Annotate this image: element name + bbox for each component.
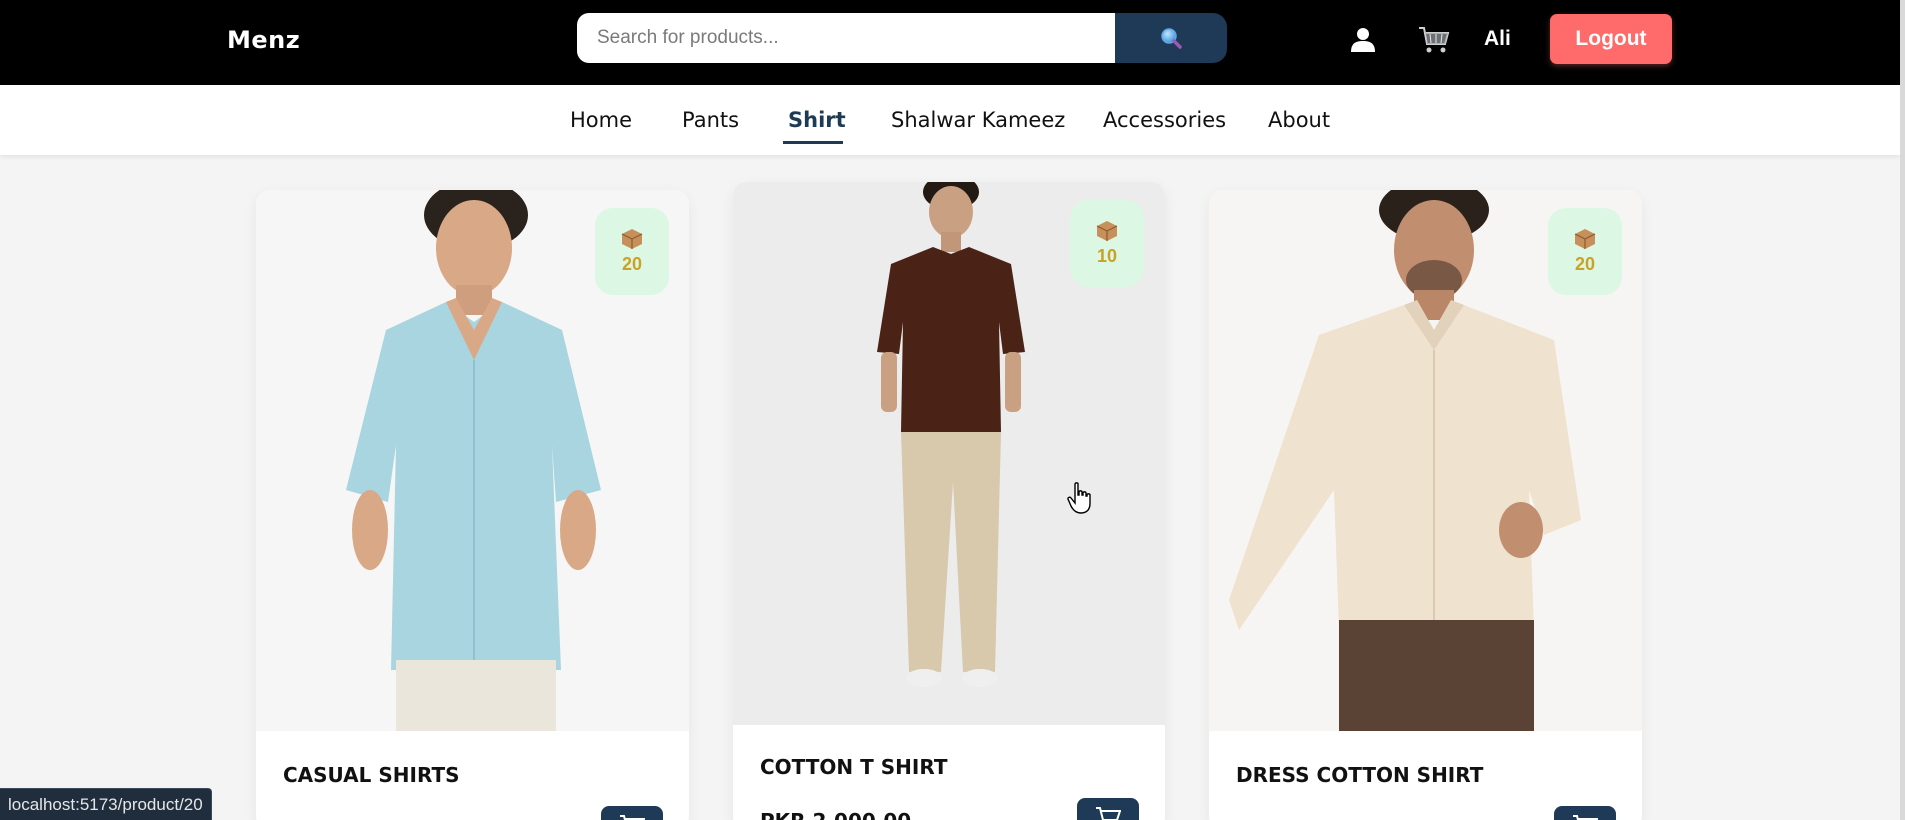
- cart-icon[interactable]: [1418, 25, 1450, 55]
- cart-icon: [1573, 815, 1598, 820]
- top-header: Menz Ali Logout: [0, 0, 1900, 85]
- nav-item-pants[interactable]: Pants: [682, 108, 739, 132]
- active-tab-indicator: [783, 141, 843, 144]
- stock-badge: 10: [1070, 200, 1144, 287]
- search-bar: [577, 13, 1227, 63]
- stock-count: 20: [621, 254, 643, 274]
- nav-item-shirt[interactable]: Shirt: [788, 108, 846, 132]
- search-input[interactable]: [577, 13, 1115, 63]
- product-title[interactable]: DRESS COTTON SHIRT: [1236, 763, 1483, 787]
- product-title[interactable]: CASUAL SHIRTS: [283, 763, 460, 787]
- product-card[interactable]: 20 CASUAL SHIRTS: [256, 190, 689, 820]
- product-card[interactable]: 20 DRESS COTTON SHIRT: [1209, 190, 1642, 820]
- status-bar-url: localhost:5173/product/20: [0, 788, 212, 820]
- category-nav: Home Pants Shirt Shalwar Kameez Accessor…: [0, 85, 1900, 155]
- search-button[interactable]: [1115, 13, 1227, 63]
- scrollbar[interactable]: [1900, 0, 1905, 820]
- product-card[interactable]: 10 COTTON T SHIRT PKR 2,000.00: [733, 182, 1165, 820]
- cart-icon: [1096, 807, 1121, 820]
- stock-badge: 20: [1548, 208, 1622, 295]
- nav-item-shalwar-kameez[interactable]: Shalwar Kameez: [891, 108, 1065, 132]
- stock-count: 10: [1096, 246, 1118, 266]
- product-title[interactable]: COTTON T SHIRT: [760, 755, 947, 779]
- add-to-cart-button[interactable]: [601, 806, 663, 820]
- add-to-cart-button[interactable]: [1554, 806, 1616, 820]
- nav-item-accessories[interactable]: Accessories: [1103, 108, 1226, 132]
- logout-button[interactable]: Logout: [1550, 14, 1672, 64]
- product-price: PKR 2,000.00: [760, 809, 911, 820]
- stock-badge: 20: [595, 208, 669, 295]
- brand-logo[interactable]: Menz: [227, 26, 300, 54]
- nav-item-about[interactable]: About: [1268, 108, 1330, 132]
- cart-icon: [620, 815, 645, 820]
- package-icon: [621, 229, 643, 249]
- package-icon: [1574, 229, 1596, 249]
- add-to-cart-button[interactable]: [1077, 798, 1139, 820]
- search-icon: [1161, 28, 1182, 49]
- stock-count: 20: [1574, 254, 1596, 274]
- user-icon[interactable]: [1350, 26, 1376, 52]
- package-icon: [1096, 221, 1118, 241]
- username: Ali: [1484, 27, 1511, 50]
- nav-item-home[interactable]: Home: [570, 108, 632, 132]
